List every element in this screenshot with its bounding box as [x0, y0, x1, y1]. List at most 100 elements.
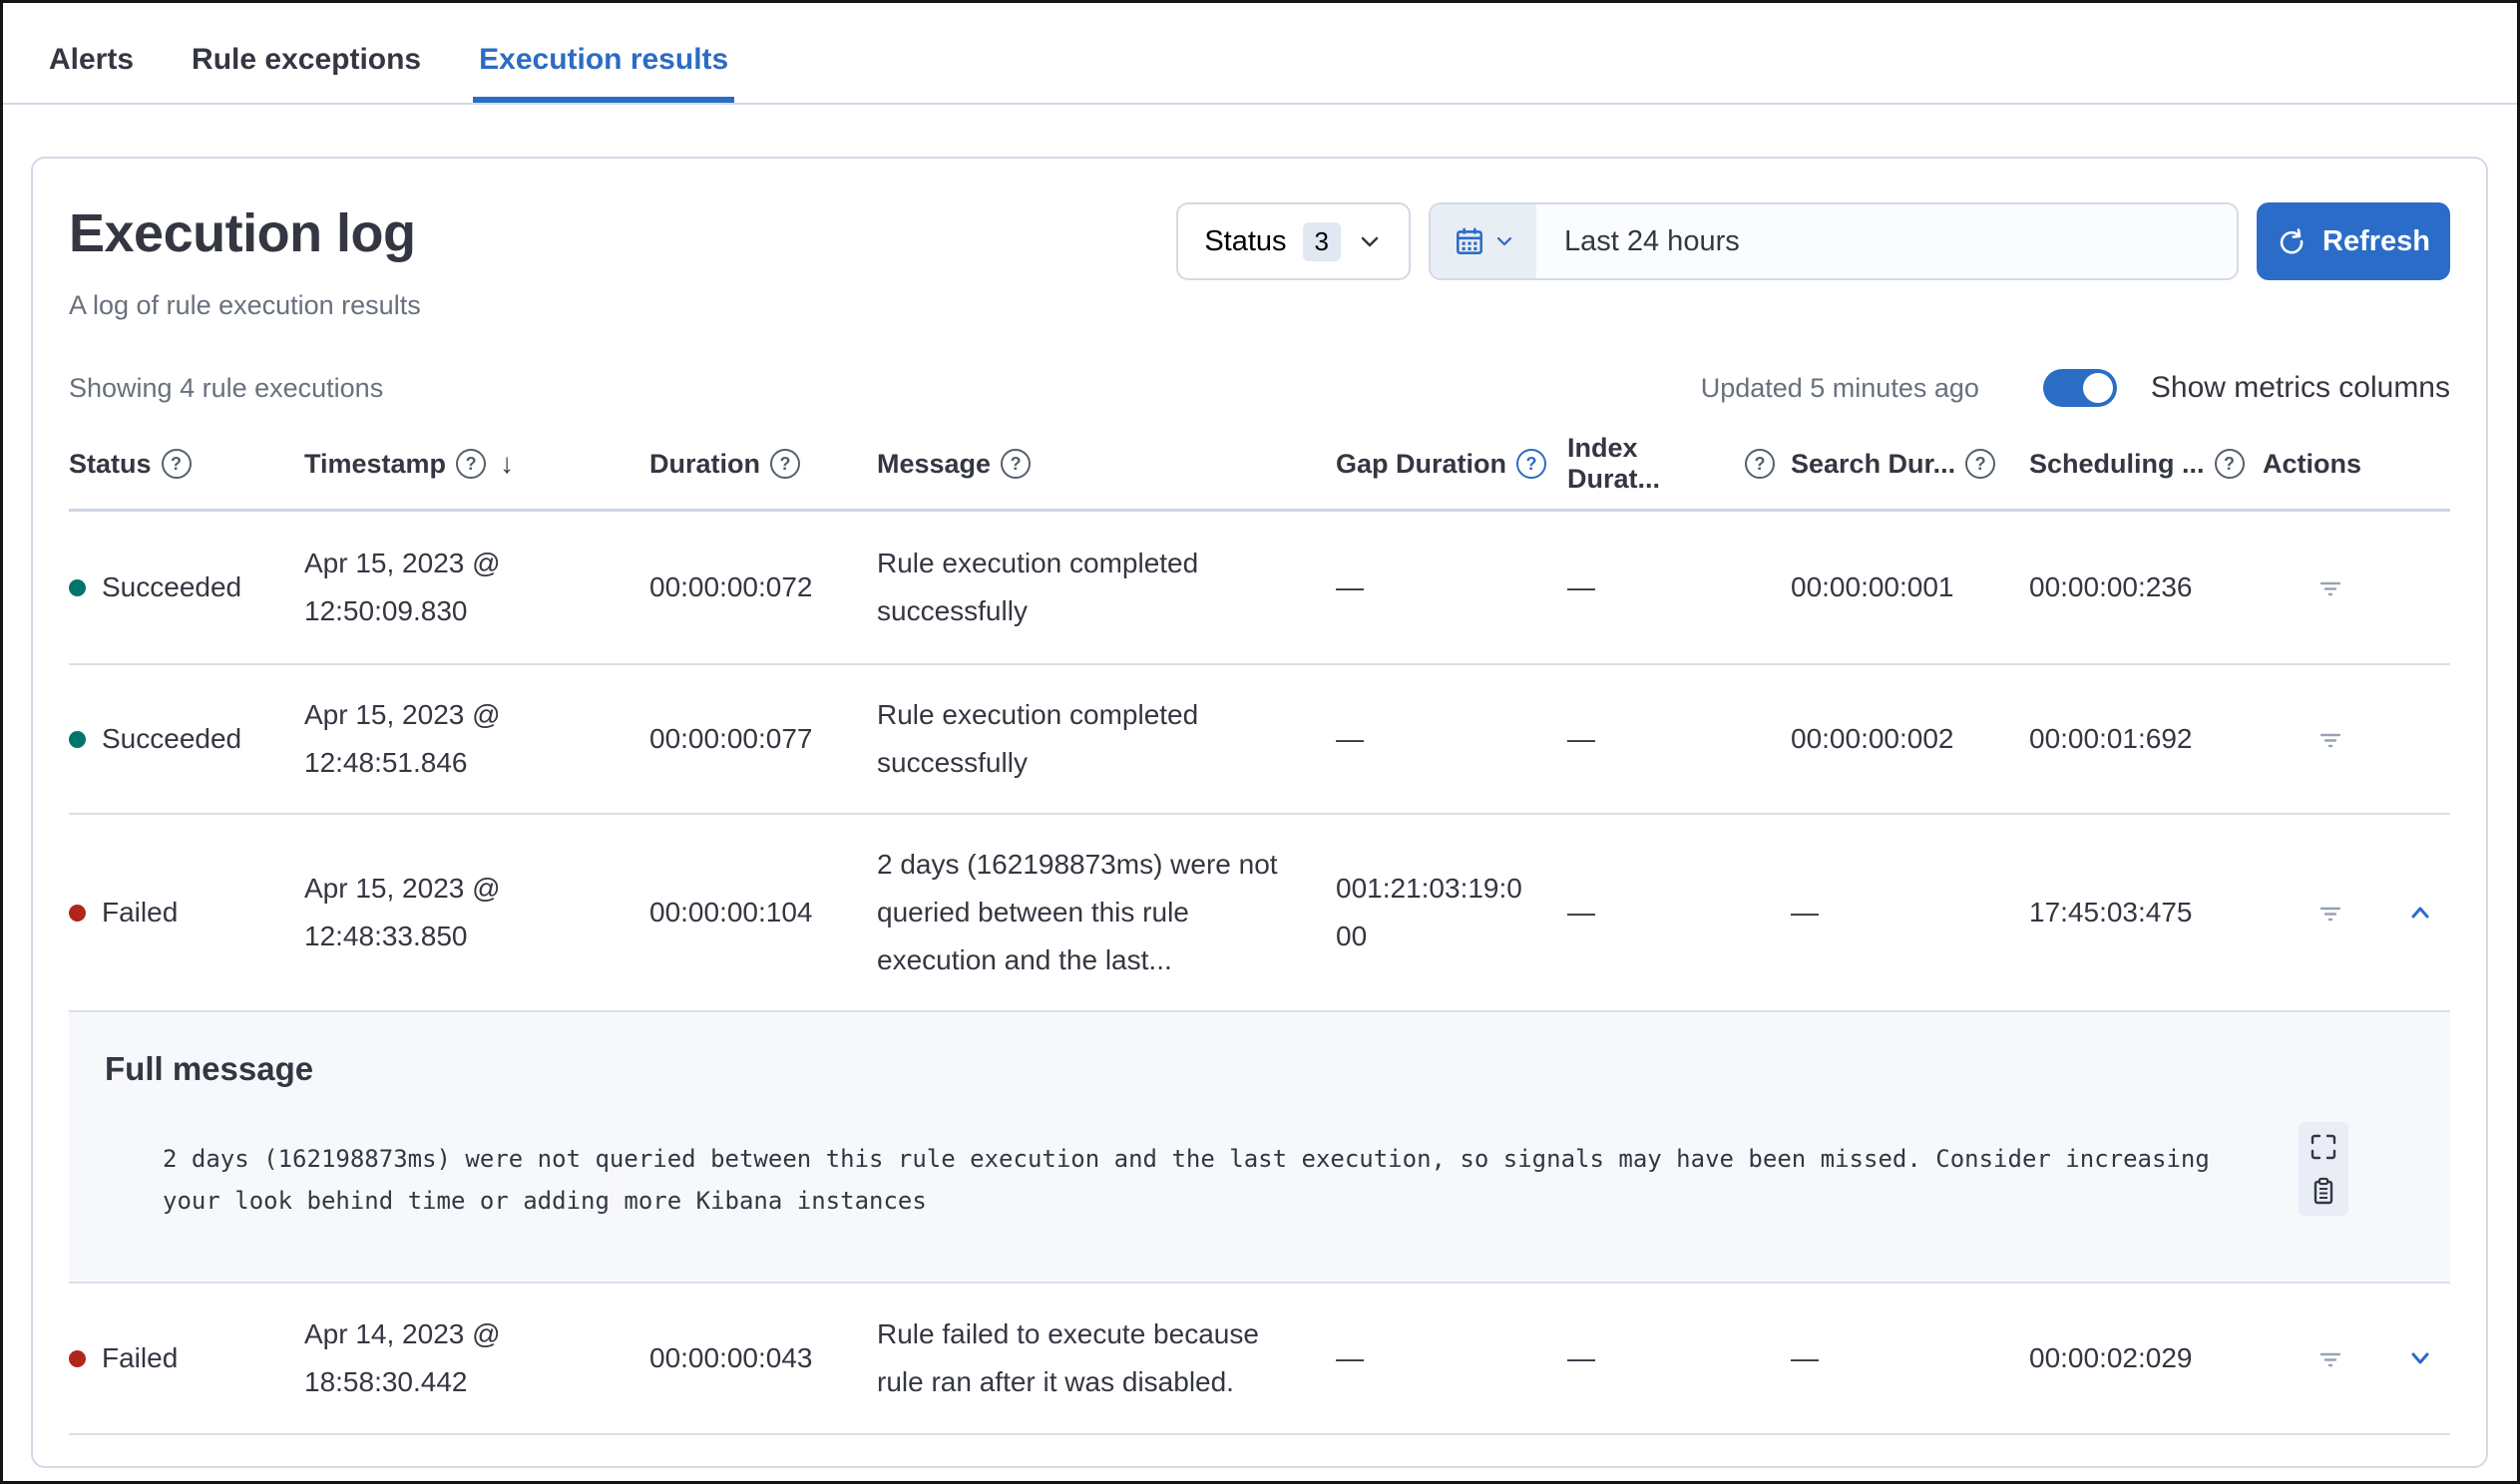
- show-metrics-label: Show metrics columns: [2150, 371, 2450, 404]
- collapse-row-chevron-up-icon[interactable]: [2404, 897, 2436, 928]
- refresh-button[interactable]: Refresh: [2257, 202, 2450, 280]
- filter-actions-icon[interactable]: [2314, 897, 2346, 928]
- meta-right: Updated 5 minutes ago Show metrics colum…: [1701, 369, 2450, 407]
- date-range-picker: Last 24 hours: [1429, 202, 2239, 280]
- copy-clipboard-icon[interactable]: [2307, 1174, 2340, 1208]
- status-dot-failed: [69, 904, 86, 922]
- help-icon[interactable]: ?: [770, 449, 800, 479]
- message-cell: Rule execution completed successfully: [877, 548, 1199, 626]
- table-row: Failed Apr 14, 2023 @ 18:58:30.442 00:00…: [69, 1284, 2450, 1435]
- help-icon[interactable]: ?: [2214, 449, 2245, 479]
- showing-count: Showing 4 rule executions: [69, 372, 384, 403]
- filter-actions-icon[interactable]: [2314, 1342, 2346, 1374]
- full-message-heading: Full message: [105, 1050, 314, 1087]
- filter-controls: Status 3 Last 24 hours Refresh: [1176, 202, 2450, 280]
- actions-cell: [2263, 897, 2450, 928]
- index-duration-cell: —: [1567, 571, 1595, 602]
- title-block: Execution log A log of rule execution re…: [69, 196, 421, 321]
- status-filter-count-badge: 3: [1302, 221, 1341, 261]
- show-metrics-toggle[interactable]: [2042, 369, 2117, 407]
- status-cell: Succeeded: [69, 538, 304, 637]
- duration-cell: 00:00:00:072: [649, 571, 813, 602]
- table-meta-row: Showing 4 rule executions Updated 5 minu…: [69, 369, 2450, 407]
- status-cell: Failed: [69, 1308, 304, 1408]
- gap-duration-cell: —: [1336, 723, 1364, 754]
- col-header-index-duration: Index Durat...?: [1567, 433, 1791, 495]
- app-window: Alerts Rule exceptions Execution results…: [0, 0, 2520, 1484]
- table-row: Succeeded Apr 15, 2023 @ 12:50:09.830 00…: [69, 512, 2450, 665]
- scheduling-cell: 00:00:02:029: [2029, 1342, 2193, 1373]
- actions-cell: [2263, 571, 2450, 603]
- col-header-status: Status?: [69, 449, 304, 480]
- status-cell: Failed: [69, 863, 304, 962]
- time-range-input[interactable]: Last 24 hours: [1536, 204, 2237, 278]
- help-icon[interactable]: ?: [1745, 449, 1775, 479]
- message-cell: Rule failed to execute because rule ran …: [877, 1318, 1259, 1397]
- help-icon[interactable]: ?: [1001, 449, 1032, 479]
- col-header-scheduling: Scheduling ...?: [2029, 449, 2263, 480]
- scheduling-cell: 00:00:01:692: [2029, 723, 2193, 754]
- full-message-codeblock: 2 days (162198873ms) were not queried be…: [105, 1122, 2414, 1238]
- search-duration-cell: 00:00:00:001: [1791, 571, 1954, 602]
- duration-cell: 00:00:00:043: [649, 1342, 813, 1373]
- col-header-search-duration: Search Dur...?: [1791, 449, 2029, 480]
- filter-actions-icon[interactable]: [2314, 723, 2346, 755]
- full-message-text: 2 days (162198873ms) were not queried be…: [163, 1145, 2225, 1215]
- gap-duration-cell: 001:21:03:19:000: [1336, 873, 1522, 951]
- refresh-label: Refresh: [2322, 224, 2430, 257]
- search-duration-cell: —: [1791, 897, 1819, 928]
- pagination-bar: Rows per page: 5 1: [69, 1435, 2450, 1466]
- chevron-down-icon: [1357, 228, 1383, 254]
- index-duration-cell: —: [1567, 897, 1595, 928]
- timestamp-cell: Apr 15, 2023 @ 12:50:09.830: [304, 548, 501, 626]
- search-duration-cell: —: [1791, 1342, 1819, 1373]
- page-title: Execution log: [69, 203, 416, 263]
- help-icon[interactable]: ?: [1965, 449, 1996, 479]
- index-duration-cell: —: [1567, 723, 1595, 754]
- duration-cell: 00:00:00:077: [649, 723, 813, 754]
- tab-bar: Alerts Rule exceptions Execution results: [3, 3, 2517, 105]
- gap-duration-cell: —: [1336, 571, 1364, 602]
- help-icon[interactable]: ?: [161, 449, 192, 479]
- status-filter-button[interactable]: Status 3: [1176, 202, 1411, 280]
- tab-execution-results[interactable]: Execution results: [473, 33, 734, 103]
- page-subtitle: A log of rule execution results: [69, 290, 421, 320]
- status-dot-succeeded: [69, 578, 86, 596]
- execution-log-panel: Execution log A log of rule execution re…: [31, 157, 2488, 1468]
- last-updated: Updated 5 minutes ago: [1700, 372, 1979, 403]
- chevron-down-icon: [1494, 231, 1514, 251]
- timestamp-cell: Apr 15, 2023 @ 12:48:33.850: [304, 873, 501, 951]
- col-header-timestamp[interactable]: Timestamp? ↓: [304, 448, 649, 480]
- calendar-icon: [1453, 224, 1486, 258]
- expand-row-chevron-down-icon[interactable]: [2404, 1342, 2436, 1374]
- col-header-actions: Actions: [2263, 448, 2362, 479]
- tab-alerts[interactable]: Alerts: [43, 33, 140, 103]
- tab-rule-exceptions[interactable]: Rule exceptions: [186, 33, 427, 103]
- actions-cell: [2263, 1342, 2450, 1374]
- status-cell: Succeeded: [69, 689, 304, 789]
- codeblock-toolbar: [2299, 1122, 2348, 1216]
- sort-desc-icon: ↓: [500, 448, 515, 479]
- message-cell: 2 days (162198873ms) were not queried be…: [877, 849, 1278, 975]
- filter-actions-icon[interactable]: [2314, 571, 2346, 603]
- message-cell: Rule execution completed successfully: [877, 699, 1199, 778]
- quick-select-date-button[interactable]: [1431, 204, 1536, 278]
- expanded-row-detail: Full message 2 days (162198873ms) were n…: [69, 1012, 2450, 1284]
- scheduling-cell: 17:45:03:475: [2029, 897, 2193, 928]
- table-row: Succeeded Apr 15, 2023 @ 12:48:51.846 00…: [69, 665, 2450, 815]
- time-range-value: Last 24 hours: [1564, 224, 1740, 257]
- gap-duration-cell: —: [1336, 1342, 1364, 1373]
- timestamp-cell: Apr 14, 2023 @ 18:58:30.442: [304, 1318, 501, 1397]
- help-icon[interactable]: ?: [1516, 449, 1547, 479]
- table-header-row: Status? Timestamp? ↓ Duration? Message? G…: [69, 433, 2450, 512]
- table-row: Failed Apr 15, 2023 @ 12:48:33.850 00:00…: [69, 815, 2450, 1012]
- status-dot-succeeded: [69, 730, 86, 748]
- help-icon[interactable]: ?: [456, 449, 487, 479]
- timestamp-cell: Apr 15, 2023 @ 12:48:51.846: [304, 699, 501, 778]
- status-filter-label: Status: [1204, 224, 1287, 257]
- fullscreen-expand-icon[interactable]: [2307, 1130, 2340, 1164]
- col-header-duration: Duration?: [649, 449, 877, 480]
- index-duration-cell: —: [1567, 1342, 1595, 1373]
- actions-cell: [2263, 723, 2450, 755]
- col-header-message: Message?: [877, 449, 1336, 480]
